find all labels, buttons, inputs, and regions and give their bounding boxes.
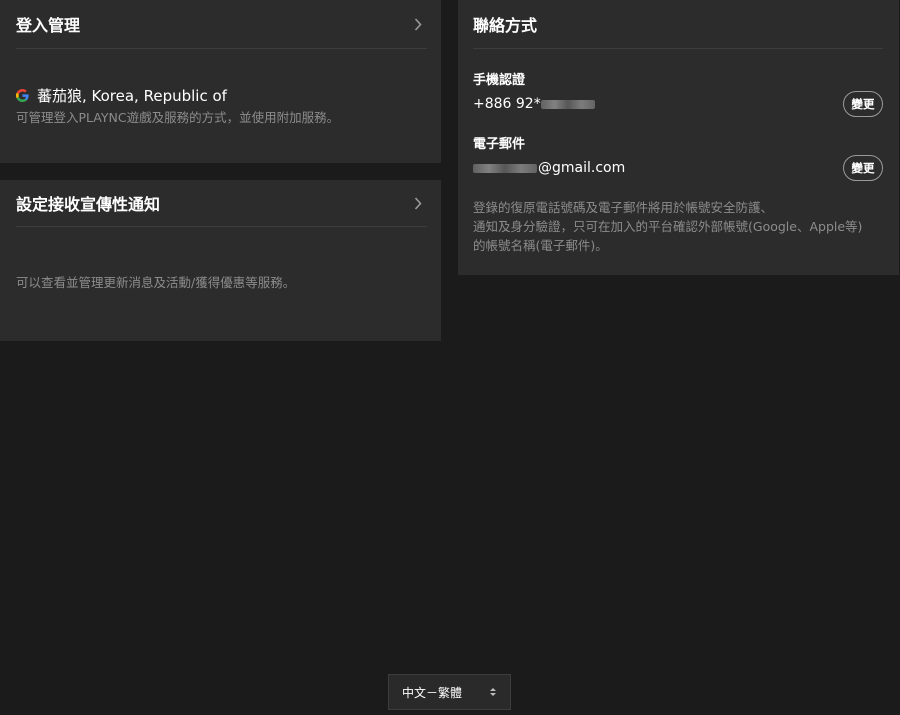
phone-row: +886 92* 變更	[473, 91, 883, 117]
linked-account: 蕃茄狼, Korea, Republic of	[16, 85, 427, 106]
notification-settings-description: 可以查看並管理更新消息及活動/獲得優惠等服務。	[16, 275, 296, 290]
phone-value: +886 92*	[473, 96, 595, 112]
contact-info-title: 聯絡方式	[473, 16, 538, 35]
contact-info-card: 聯絡方式 手機認證 +886 92* 變更 電子郵件 @gmail.com 變更…	[458, 0, 899, 275]
email-row: @gmail.com 變更	[473, 155, 883, 181]
contact-description-line: 的帳號名稱(電子郵件)。	[473, 238, 608, 253]
contact-info-description: 登錄的復原電話號碼及電子郵件將用於帳號安全防護、 通知及身分驗證，只可在加入的平…	[473, 198, 883, 255]
notification-settings-title: 設定接收宣傳性通知	[16, 195, 161, 214]
account-name: 蕃茄狼, Korea, Republic of	[37, 87, 227, 105]
login-management-card[interactable]: 登入管理 蕃茄狼, Korea, Republic of 可管理登入PLAYNC…	[0, 0, 441, 163]
email-domain: @gmail.com	[538, 160, 626, 176]
login-management-header[interactable]: 登入管理	[16, 0, 427, 49]
phone-label: 手機認證	[473, 73, 526, 88]
chevron-right-icon[interactable]	[409, 194, 427, 212]
phone-number-prefix: +886 92*	[473, 96, 541, 112]
login-management-description: 可管理登入PLAYNC遊戲及服務的方式，並使用附加服務。	[16, 110, 340, 125]
chevron-right-icon[interactable]	[409, 15, 427, 33]
change-phone-button[interactable]: 變更	[843, 91, 883, 117]
contact-description-line: 通知及身分驗證，只可在加入的平台確認外部帳號(Google、Apple等)	[473, 219, 863, 234]
contact-description-line: 登錄的復原電話號碼及電子郵件將用於帳號安全防護、	[473, 200, 774, 215]
phone-number-masked	[540, 99, 595, 109]
notification-settings-header[interactable]: 設定接收宣傳性通知	[16, 180, 427, 227]
login-management-title: 登入管理	[16, 16, 81, 35]
google-icon	[16, 89, 29, 102]
contact-info-header: 聯絡方式	[473, 0, 883, 49]
select-arrows-icon	[490, 688, 496, 696]
email-value: @gmail.com	[473, 160, 625, 176]
change-email-button[interactable]: 變更	[843, 155, 883, 181]
email-masked	[473, 163, 537, 173]
email-label: 電子郵件	[473, 137, 526, 152]
language-select-value: 中文－繁體	[402, 685, 463, 700]
notification-settings-card[interactable]: 設定接收宣傳性通知 可以查看並管理更新消息及活動/獲得優惠等服務。	[0, 180, 441, 341]
language-select[interactable]: 中文－繁體	[388, 674, 511, 710]
